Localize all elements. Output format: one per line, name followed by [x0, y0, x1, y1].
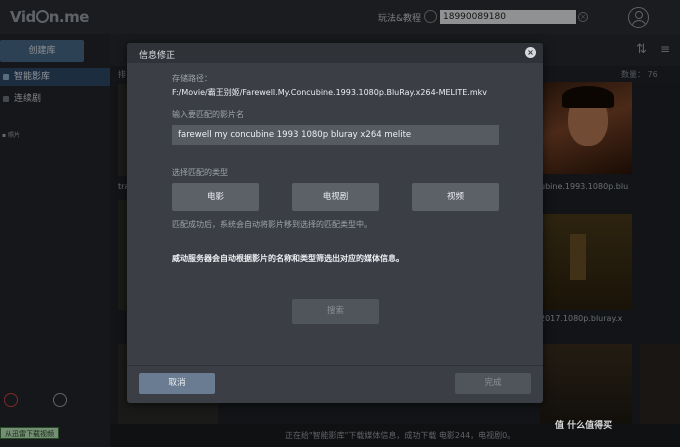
dialog-divider — [127, 365, 543, 366]
dialog-title: 信息修正 — [139, 51, 176, 61]
type-tv-button[interactable]: 电视剧 — [292, 183, 379, 211]
match-hint: 匹配成功后，系统会自动将影片移到选择的匹配类型中。 — [172, 220, 372, 229]
cancel-button[interactable]: 取消 — [139, 373, 215, 394]
type-video-button[interactable]: 视频 — [412, 183, 499, 211]
done-button[interactable]: 完成 — [455, 373, 531, 394]
watermark: 值 什么值得买 — [555, 421, 613, 431]
dialog-header: 信息修正 × — [127, 43, 543, 63]
type-movie-button[interactable]: 电影 — [172, 183, 259, 211]
path-label: 存储路径： — [172, 74, 212, 83]
server-note: 威动服务器会自动根据影片的名称和类型筛选出对应的媒体信息。 — [172, 254, 404, 263]
close-icon[interactable]: × — [525, 47, 536, 58]
info-correction-dialog: 信息修正 × 存储路径： F:/Movie/霸王别姬/Farewell.My.C… — [127, 43, 543, 403]
type-label: 选择匹配的类型 — [172, 168, 228, 177]
search-button[interactable]: 搜索 — [292, 299, 379, 324]
name-label: 输入要匹配的影片名 — [172, 110, 244, 119]
path-value: F:/Movie/霸王别姬/Farewell.My.Concubine.1993… — [172, 88, 487, 97]
movie-name-input[interactable] — [172, 125, 499, 145]
